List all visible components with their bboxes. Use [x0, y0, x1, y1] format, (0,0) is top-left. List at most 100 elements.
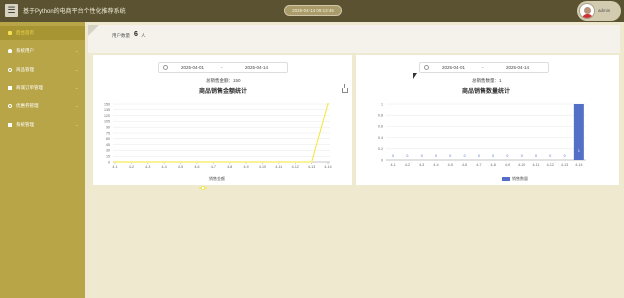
user-menu[interactable]: admin — [577, 1, 621, 21]
sales-quantity-card: 2025-04-01 - 2025-04-14 总销售数量：1 商品销售数量统计… — [356, 55, 619, 185]
chevron-down-icon: ⌄ — [75, 67, 79, 72]
x-tick-label: 4-6 — [462, 163, 467, 167]
x-tick-label: 4-2 — [405, 163, 410, 167]
menu-icon[interactable]: ☰ — [5, 4, 18, 17]
y-tick-label: 0 — [108, 160, 110, 164]
x-tick-label: 4-11 — [533, 163, 540, 167]
data-point — [146, 160, 149, 164]
x-tick-label: 4-9 — [243, 165, 248, 169]
user-icon — [8, 49, 12, 53]
x-tick-label: 4-10 — [259, 165, 266, 169]
sidebar-item-system[interactable]: 系统管理 ⌄ — [0, 118, 85, 132]
data-label: 0 — [521, 154, 523, 158]
chevron-down-icon: ⌄ — [75, 48, 79, 53]
doc-icon — [8, 86, 12, 90]
home-icon — [8, 31, 12, 35]
x-tick-label: 4-10 — [518, 163, 525, 167]
chevron-down-icon: ⌄ — [75, 103, 79, 108]
data-point — [163, 160, 166, 164]
summary-panel — [88, 25, 620, 53]
data-label: 0 — [406, 154, 408, 158]
y-tick-label: 150 — [104, 102, 110, 106]
y-tick-label: 0.4 — [378, 136, 383, 140]
sidebar-item-products[interactable]: 商品管理 ⌄ — [0, 63, 85, 77]
avatar-shirt — [582, 14, 593, 18]
top-bar: ☰ 基于Python的电商平台个性化推荐系统 2025-04-14 09:13:… — [0, 0, 624, 22]
data-label: 0 — [464, 154, 466, 158]
y-tick-label: 0 — [381, 158, 383, 162]
sidebar-item-label: 商品管理 — [16, 67, 34, 72]
x-tick-label: 4-12 — [292, 165, 299, 169]
x-tick-label: 4-5 — [178, 165, 183, 169]
x-tick-label: 4-8 — [491, 163, 496, 167]
data-label: 0 — [435, 154, 437, 158]
sales-line-chart: 015 30 45 60 7590 105 120 135 150 4-1 4-2 4-3 4-4 4-5… — [104, 102, 332, 169]
data-label: 0 — [421, 154, 423, 158]
data-label: 0 — [564, 154, 566, 158]
data-point — [179, 160, 182, 164]
x-tick-label: 4-14 — [575, 163, 582, 167]
x-tick-label: 4-12 — [547, 163, 554, 167]
y-tick-label: 30 — [106, 149, 110, 153]
x-tick-label: 4-4 — [433, 163, 438, 167]
y-tick-label: 0.8 — [378, 114, 383, 118]
y-tick-label: 45 — [106, 143, 110, 147]
gear-icon — [8, 68, 12, 72]
legend-label: 销售金额 — [209, 176, 225, 181]
y-tick-label: 60 — [106, 137, 110, 141]
y-tick-label: 105 — [104, 120, 110, 124]
legend-line-marker — [199, 177, 207, 190]
y-tick-label: 0.2 — [378, 147, 383, 151]
sidebar-item-home[interactable]: 后台首页 — [0, 26, 85, 40]
data-label: 0 — [392, 154, 394, 158]
app-title: 基于Python的电商平台个性化推荐系统 — [23, 9, 126, 15]
sidebar-item-coupons[interactable]: 优惠券管理 ⌄ — [0, 99, 85, 113]
data-point — [244, 160, 248, 164]
data-label: 0 — [492, 154, 494, 158]
x-tick-label: 4-2 — [129, 165, 134, 169]
user-count-value: 6 — [134, 31, 138, 38]
user-name[interactable]: admin — [598, 8, 610, 13]
user-count-label: 用户数量 — [112, 33, 130, 38]
y-tick-label: 90 — [106, 126, 110, 130]
x-tick-label: 4-3 — [419, 163, 424, 167]
data-point — [228, 160, 231, 164]
sidebar-item-orders[interactable]: 商城订单管理 ⌄ — [0, 81, 85, 95]
data-point — [277, 160, 280, 164]
data-label: 0 — [549, 154, 551, 158]
sidebar: 后台首页 系统用户 ⌄ 商品管理 ⌄ 商城订单管理 ⌄ 优惠券管理 ⌄ 系统管理… — [0, 22, 85, 298]
sidebar-item-label: 系统用户 — [16, 48, 34, 53]
x-tick-label: 4-7 — [476, 163, 481, 167]
x-tick-label: 4-7 — [211, 165, 216, 169]
x-tick-label: 4-6 — [194, 165, 199, 169]
data-point — [310, 160, 313, 164]
chevron-down-icon: ⌄ — [75, 122, 79, 127]
x-tick-label: 4-9 — [505, 163, 510, 167]
sidebar-item-label: 后台首页 — [16, 30, 34, 35]
data-label: 0 — [535, 154, 537, 158]
avatar-face — [584, 7, 591, 14]
user-avatar[interactable] — [579, 3, 595, 19]
y-tick-label: 15 — [106, 155, 110, 159]
data-point — [326, 102, 330, 106]
mouse-cursor — [413, 73, 417, 79]
y-tick-label: 75 — [106, 131, 110, 135]
sidebar-item-label: 优惠券管理 — [16, 103, 39, 108]
sidebar-item-users[interactable]: 系统用户 ⌄ — [0, 44, 85, 58]
y-tick-label: 1 — [381, 102, 383, 106]
x-tick-label: 4-4 — [162, 165, 167, 169]
data-point — [212, 160, 215, 164]
gear-icon — [8, 104, 12, 108]
x-tick-label: 4-13 — [561, 163, 568, 167]
sidebar-item-label: 商城订单管理 — [16, 85, 43, 90]
clock-badge: 2025-04-14 09:13:45 — [284, 5, 342, 16]
y-tick-label: 120 — [104, 114, 110, 118]
x-tick-label: 4-1 — [391, 163, 396, 167]
data-point — [195, 160, 199, 164]
data-label: 1 — [578, 149, 580, 153]
doc-icon — [8, 123, 12, 127]
x-tick-label: 4-14 — [324, 165, 331, 169]
user-count-unit: 人 — [141, 33, 146, 38]
data-label: 0 — [449, 154, 451, 158]
sales-bar-chart: 0 0.2 0.4 0.6 0.8 1 4-1 4-2 4-3 4-4 4-5 4-6 4-7 4-8 4-… — [378, 102, 586, 167]
